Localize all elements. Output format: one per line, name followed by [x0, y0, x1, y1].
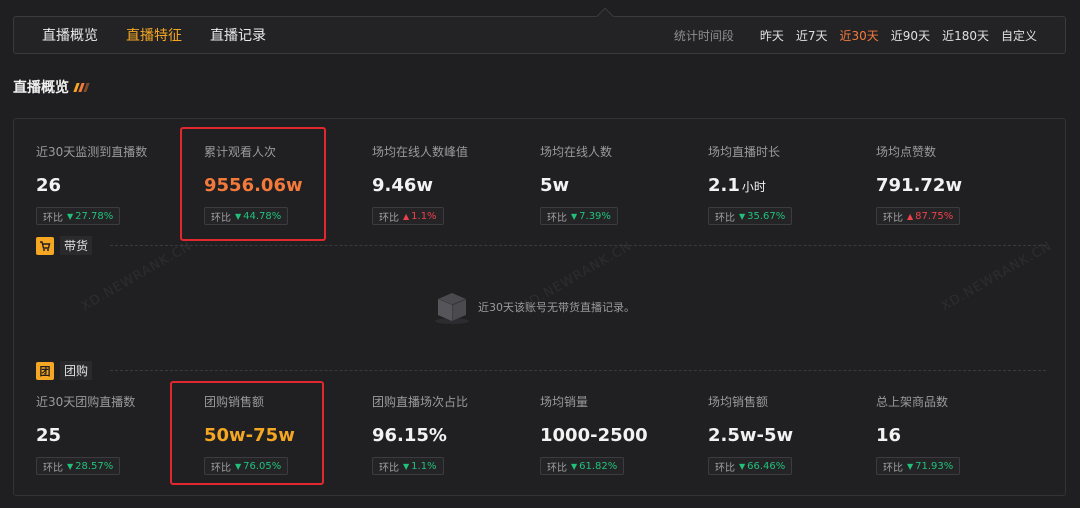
- highlight-box: [180, 127, 326, 241]
- range-option-custom[interactable]: 自定义: [1001, 27, 1037, 44]
- range-option-180d[interactable]: 近180天: [942, 27, 989, 44]
- goods-title: 带货: [60, 236, 93, 255]
- empty-box-icon: [432, 289, 472, 325]
- change-chip: 环比 ▼ 61.82%: [540, 457, 625, 475]
- metric-label: 近30天监测到直播数: [36, 145, 148, 159]
- arrow-down-icon: ▼: [403, 461, 410, 471]
- arrow-up-icon: ▲: [403, 211, 410, 221]
- change-chip: 环比 ▼ 71.93%: [876, 457, 961, 475]
- goods-subheader: 带货: [36, 236, 1046, 255]
- change-chip: 环比 ▼ 7.39%: [540, 207, 618, 225]
- change-chip: 环比 ▼ 27.78%: [36, 207, 121, 225]
- metric-label: 场均在线人数峰值: [372, 145, 469, 159]
- highlight-box: [170, 381, 324, 485]
- arrow-down-icon: ▼: [571, 211, 578, 221]
- change-chip: 环比 ▼ 66.46%: [708, 457, 793, 475]
- group-buy-icon: 团: [36, 361, 54, 380]
- arrow-up-icon: ▲: [907, 211, 914, 221]
- metric-label: 总上架商品数: [876, 395, 949, 409]
- range-option-90d[interactable]: 近90天: [891, 27, 930, 44]
- metric-avg-volume: 场均销量 1000-2500 环比 ▼ 61.82%: [518, 393, 686, 475]
- tab-live-overview[interactable]: 直播概览: [42, 25, 98, 45]
- metric-value: 9.46w: [372, 175, 434, 196]
- metric-label: 场均销售额: [708, 395, 769, 409]
- metric-avg-online: 场均在线人数 5w 环比 ▼ 7.39%: [518, 143, 686, 225]
- metric-value: 791.72w: [876, 175, 963, 196]
- metric-value: 26: [36, 175, 62, 196]
- change-chip: 环比 ▲ 1.1%: [372, 207, 444, 225]
- metric-value: 2.5w-5w: [708, 425, 794, 446]
- metric-value: 96.15%: [372, 425, 447, 446]
- metric-label: 场均销量: [540, 395, 589, 409]
- overview-metrics-row: 近30天监测到直播数 26 环比 ▼ 27.78% 累计观看人次 9556.06w …: [14, 143, 1065, 225]
- nav-notch: [596, 7, 614, 25]
- nav-tabs: 直播概览 直播特征 直播记录: [42, 25, 294, 45]
- tab-live-features[interactable]: 直播特征: [126, 25, 182, 45]
- metric-label: 场均点赞数: [876, 145, 937, 159]
- metric-value: 1000-2500: [540, 425, 648, 446]
- arrow-down-icon: ▼: [67, 211, 74, 221]
- time-range-selector: 统计时间段 昨天 近7天 近30天 近90天 近180天 自定义: [674, 17, 1037, 53]
- range-option-yesterday[interactable]: 昨天: [760, 27, 784, 44]
- change-chip: 环比 ▲ 87.75%: [876, 207, 961, 225]
- metric-value: 5w: [540, 175, 570, 196]
- range-option-7d[interactable]: 近7天: [796, 27, 828, 44]
- metric-avg-likes: 场均点赞数 791.72w 环比 ▲ 87.75%: [854, 143, 1022, 225]
- metric-avg-sales: 场均销售额 2.5w-5w 环比 ▼ 66.46%: [686, 393, 854, 475]
- title-decoration-icon: [73, 82, 90, 92]
- change-chip: 环比 ▼ 35.67%: [708, 207, 793, 225]
- overview-panel: XD.NEWRANK.CN XD.NEWRANK.CN XD.NEWRANK.C…: [13, 118, 1066, 496]
- goods-empty-state: 近30天该账号无带货直播记录。: [432, 289, 635, 325]
- arrow-down-icon: ▼: [571, 461, 578, 471]
- metric-group-live-count: 近30天团购直播数 25 环比 ▼ 28.57%: [14, 393, 182, 475]
- top-nav-bar: 直播概览 直播特征 直播记录 统计时间段 昨天 近7天 近30天 近90天 近1…: [13, 7, 1066, 54]
- arrow-down-icon: ▼: [67, 461, 74, 471]
- metric-label: 近30天团购直播数: [36, 395, 136, 409]
- cart-icon: [36, 236, 54, 255]
- arrow-down-icon: ▼: [907, 461, 914, 471]
- divider: [110, 245, 1046, 246]
- time-range-label: 统计时间段: [673, 28, 734, 43]
- metric-total-products: 总上架商品数 16 环比 ▼ 71.93%: [854, 393, 1022, 475]
- empty-message: 近30天该账号无带货直播记录。: [478, 301, 635, 314]
- metric-group-ratio: 团购直播场次占比 96.15% 环比 ▼ 1.1%: [350, 393, 518, 475]
- range-option-30d[interactable]: 近30天: [840, 27, 879, 44]
- section-title-text: 直播概览: [13, 80, 69, 96]
- arrow-down-icon: ▼: [739, 211, 746, 221]
- metric-label: 场均直播时长: [708, 145, 781, 159]
- metric-live-count: 近30天监测到直播数 26 环比 ▼ 27.78%: [14, 143, 182, 225]
- change-chip: 环比 ▼ 1.1%: [372, 457, 444, 475]
- metric-label: 团购直播场次占比: [372, 395, 469, 409]
- metric-peak-online: 场均在线人数峰值 9.46w 环比 ▲ 1.1%: [350, 143, 518, 225]
- arrow-down-icon: ▼: [739, 461, 746, 471]
- metric-label: 场均在线人数: [540, 145, 613, 159]
- metric-avg-duration: 场均直播时长 2.1 小时 环比 ▼ 35.67%: [686, 143, 854, 225]
- metric-value: 25: [36, 425, 62, 446]
- tab-live-records[interactable]: 直播记录: [210, 25, 266, 45]
- divider: [110, 370, 1046, 371]
- metric-value: 2.1 小时: [708, 175, 766, 196]
- group-subheader: 团 团购: [36, 361, 1046, 380]
- group-title: 团购: [60, 361, 93, 380]
- metric-value: 16: [876, 425, 902, 446]
- section-title: 直播概览: [13, 77, 90, 97]
- change-chip: 环比 ▼ 28.57%: [36, 457, 121, 475]
